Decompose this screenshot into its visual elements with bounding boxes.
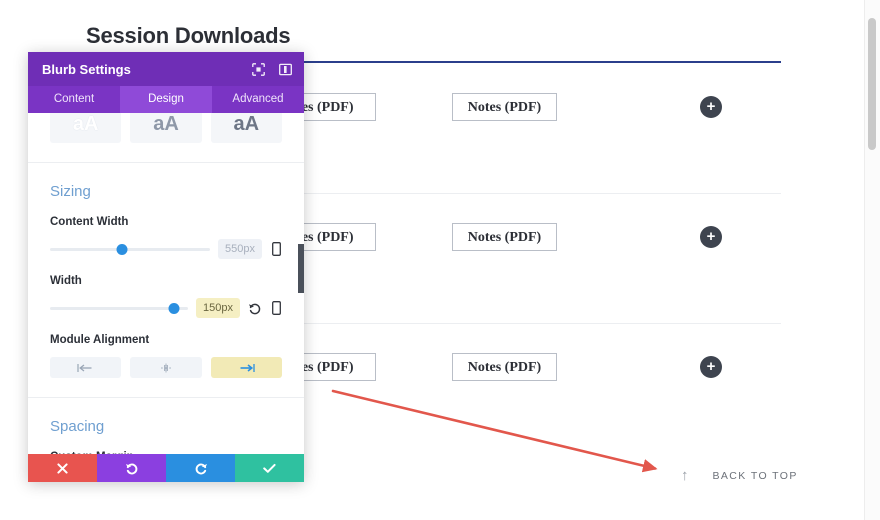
panel-scrollbar-thumb[interactable] bbox=[298, 244, 304, 293]
section-heading-sizing[interactable]: Sizing bbox=[28, 183, 304, 200]
content-width-slider[interactable] bbox=[50, 244, 210, 255]
width-slider[interactable] bbox=[50, 303, 188, 314]
modal-header: Blurb Settings bbox=[28, 52, 304, 86]
text-transform-option[interactable]: aA bbox=[50, 113, 122, 143]
expand-plus-button[interactable]: + bbox=[700, 356, 722, 378]
settings-scroll-area: aA aA aA Sizing Content Width 550px Widt… bbox=[28, 113, 304, 454]
text-transform-options: aA aA aA bbox=[28, 113, 304, 143]
panel-layout-icon[interactable] bbox=[279, 63, 292, 76]
mobile-icon[interactable] bbox=[270, 242, 282, 256]
blurb-settings-modal: Blurb Settings Content Design Advanced a… bbox=[28, 52, 304, 482]
scrollbar-thumb[interactable] bbox=[868, 18, 876, 150]
notes-pdf-button[interactable]: Notes (PDF) bbox=[452, 353, 557, 381]
back-to-top-label: BACK TO TOP bbox=[712, 469, 798, 482]
modal-header-icons bbox=[252, 62, 292, 76]
width-field: Width 150px bbox=[28, 275, 304, 318]
undo-button[interactable] bbox=[97, 454, 166, 482]
module-alignment-label: Module Alignment bbox=[50, 334, 150, 346]
tab-content[interactable]: Content bbox=[28, 86, 120, 113]
x-icon bbox=[57, 462, 68, 474]
module-alignment-field: Module Alignment bbox=[28, 334, 304, 378]
section-divider bbox=[28, 397, 304, 398]
mobile-icon[interactable] bbox=[270, 301, 282, 315]
redo-icon bbox=[195, 463, 207, 474]
expand-plus-button[interactable]: + bbox=[700, 226, 722, 248]
width-value[interactable]: 150px bbox=[196, 298, 240, 318]
back-to-top-link[interactable]: ↑ BACK TO TOP bbox=[681, 468, 798, 483]
expand-icon[interactable] bbox=[252, 62, 265, 76]
page-title: Session Downloads bbox=[86, 23, 291, 48]
align-center-icon[interactable] bbox=[130, 357, 202, 378]
modal-footer bbox=[28, 454, 304, 482]
custom-margin-field: Custom Margin bbox=[28, 451, 304, 454]
undo-icon bbox=[125, 463, 137, 474]
slider-track bbox=[50, 307, 188, 310]
content-width-field: Content Width 550px bbox=[28, 216, 304, 259]
notes-pdf-button[interactable]: Notes (PDF) bbox=[452, 223, 557, 251]
tab-advanced[interactable]: Advanced bbox=[212, 86, 304, 113]
custom-margin-label: Custom Margin bbox=[50, 451, 282, 454]
modal-body: aA aA aA Sizing Content Width 550px Widt… bbox=[28, 113, 304, 454]
section-heading-spacing[interactable]: Spacing bbox=[28, 418, 304, 435]
modal-title: Blurb Settings bbox=[42, 61, 131, 77]
undo-icon[interactable] bbox=[248, 302, 262, 315]
arrow-up-icon: ↑ bbox=[681, 467, 689, 484]
browser-scrollbar[interactable] bbox=[864, 0, 880, 520]
content-width-label: Content Width bbox=[50, 216, 129, 228]
module-alignment-options bbox=[50, 357, 282, 378]
notes-pdf-button[interactable]: Notes (PDF) bbox=[452, 93, 557, 121]
close-button[interactable] bbox=[28, 454, 97, 482]
redo-button[interactable] bbox=[166, 454, 235, 482]
save-button[interactable] bbox=[235, 454, 304, 482]
modal-tabs: Content Design Advanced bbox=[28, 86, 304, 113]
slider-thumb[interactable] bbox=[168, 303, 180, 314]
slider-thumb[interactable] bbox=[116, 244, 128, 255]
section-divider bbox=[28, 162, 304, 163]
slider-track bbox=[50, 248, 210, 251]
width-label: Width bbox=[50, 275, 82, 287]
tab-design[interactable]: Design bbox=[120, 86, 212, 113]
align-right-icon[interactable] bbox=[210, 357, 282, 378]
align-left-icon[interactable] bbox=[50, 357, 122, 378]
content-width-value[interactable]: 550px bbox=[218, 239, 262, 259]
text-transform-option[interactable]: aA bbox=[130, 113, 202, 143]
check-icon bbox=[263, 463, 276, 473]
expand-plus-button[interactable]: + bbox=[700, 96, 722, 118]
text-transform-option[interactable]: aA bbox=[210, 113, 282, 143]
